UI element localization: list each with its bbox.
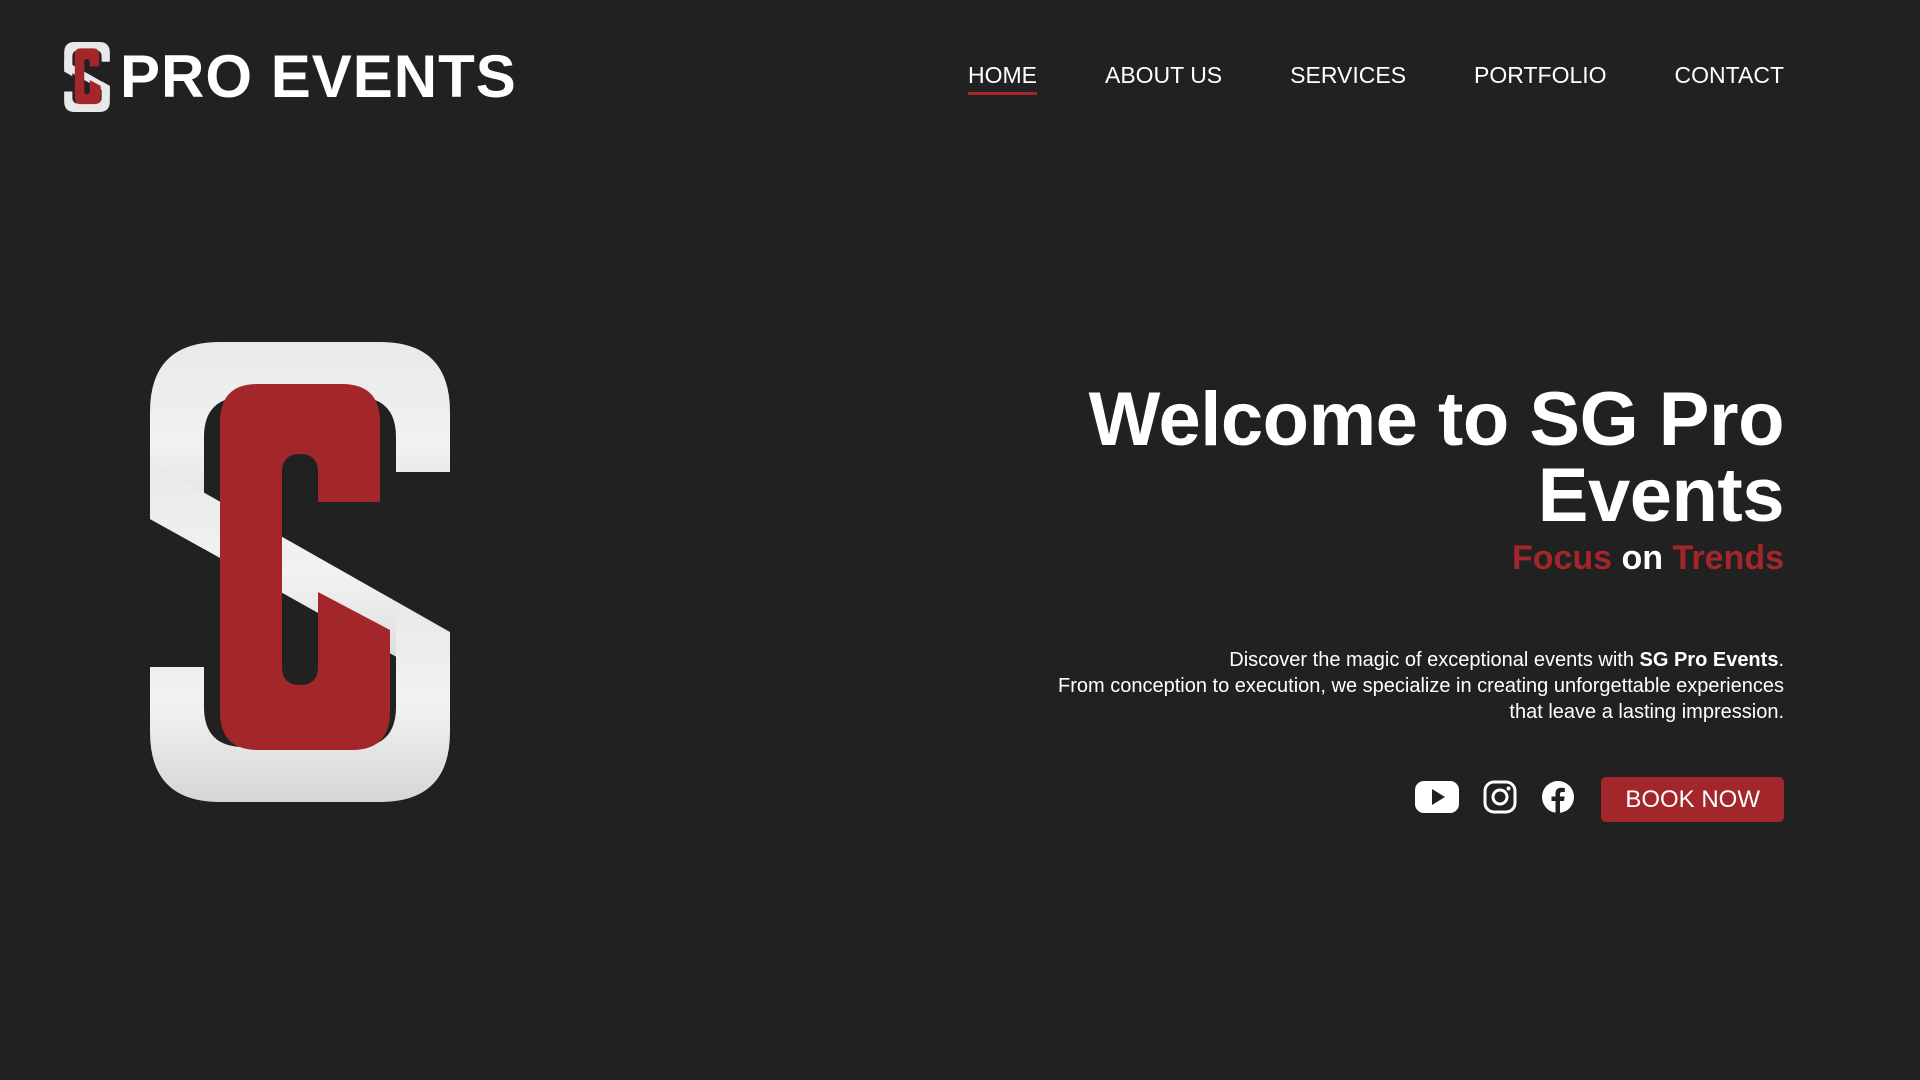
hero-section: Welcome to SG Pro Events Focus on Trends… [824, 377, 1785, 823]
main-nav: HOME ABOUT US SERVICES PORTFOLIO CONTACT [967, 62, 1784, 95]
instagram-icon[interactable] [1483, 780, 1517, 819]
tagline-focus: Focus [1511, 539, 1613, 577]
desc-brand-bold: SG Pro Events [1639, 649, 1779, 672]
desc-line3: that leave a lasting impression. [1509, 701, 1784, 724]
page: PRO EVENTS HOME ABOUT US SERVICES PORTFO… [0, 0, 1920, 1080]
youtube-icon[interactable] [1415, 781, 1460, 818]
nav-item-home[interactable]: HOME [967, 62, 1037, 95]
tagline-trends: Trends [1672, 539, 1784, 577]
nav-item-portfolio[interactable]: PORTFOLIO [1474, 62, 1607, 95]
desc-line1-suffix: . [1778, 649, 1784, 672]
nav-item-about-us[interactable]: ABOUT US [1105, 62, 1222, 95]
hero-logo [150, 342, 450, 802]
desc-line2: From conception to execution, we special… [1058, 675, 1784, 698]
hero-description: Discover the magic of exceptional events… [824, 647, 1784, 725]
hero-actions: BOOK NOW [824, 777, 1784, 823]
sg-monogram-icon [150, 342, 450, 802]
tagline-on: on [1621, 539, 1664, 577]
book-now-button[interactable]: BOOK NOW [1601, 777, 1784, 823]
nav-item-contact[interactable]: CONTACT [1675, 62, 1784, 95]
facebook-icon[interactable] [1541, 780, 1575, 819]
brand-name: PRO EVENTS [120, 43, 517, 110]
desc-line1-prefix: Discover the magic of exceptional events… [1229, 649, 1640, 672]
header-logo[interactable]: PRO EVENTS [64, 42, 517, 112]
nav-item-services[interactable]: SERVICES [1290, 62, 1406, 95]
hero-tagline: Focus on Trends [824, 539, 1784, 577]
sg-logo-icon [64, 42, 110, 112]
hero-title: Welcome to SG Pro Events [1088, 377, 1785, 538]
